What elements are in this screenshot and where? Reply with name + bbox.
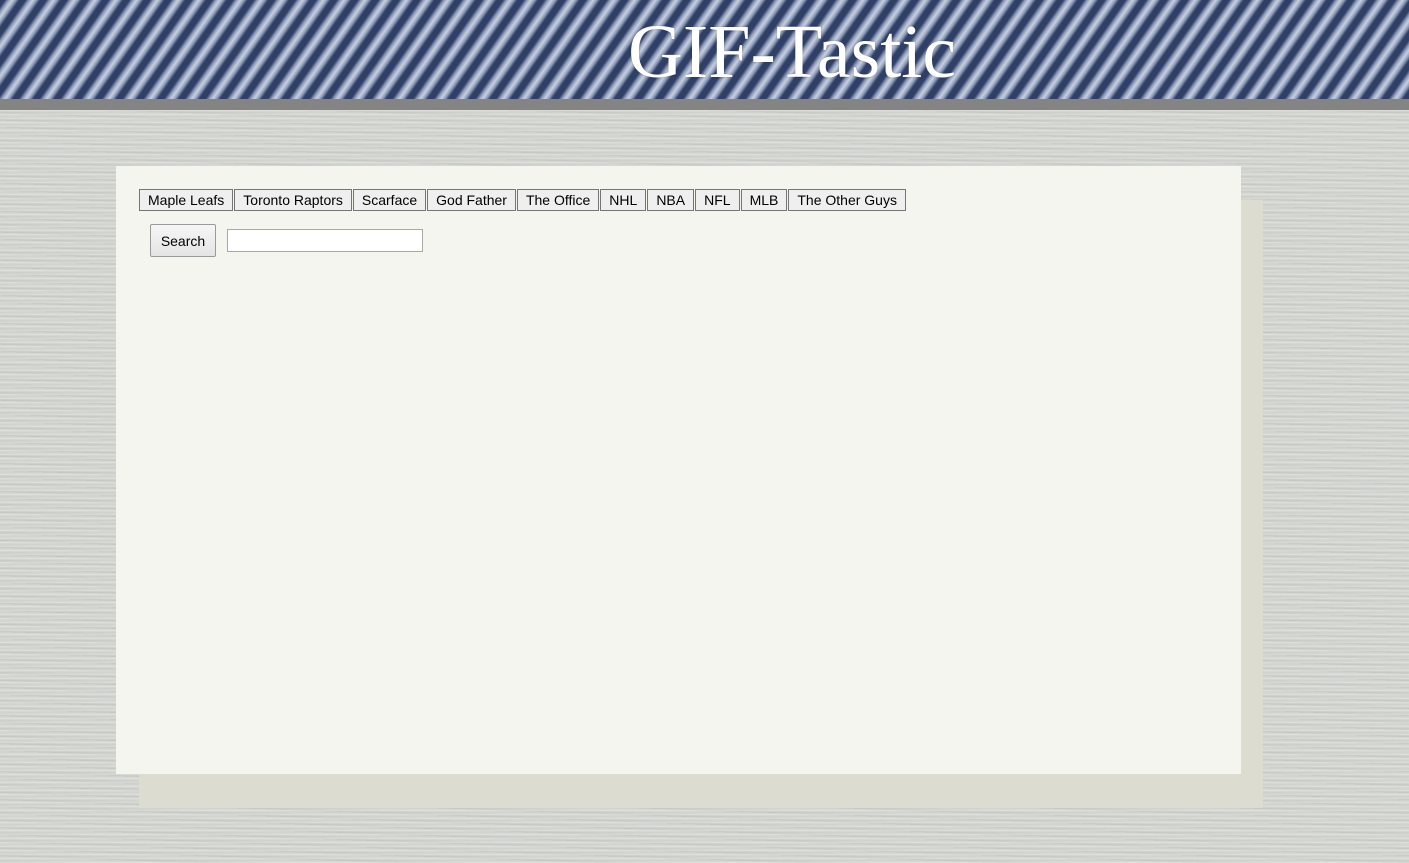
topic-button-toronto-raptors[interactable]: Toronto Raptors — [234, 189, 352, 211]
topic-button-god-father[interactable]: God Father — [427, 189, 516, 211]
topic-button-nhl[interactable]: NHL — [600, 189, 647, 211]
topic-button-scarface[interactable]: Scarface — [352, 189, 427, 211]
topic-button-bar: Maple Leafs Toronto Raptors Scarface God… — [139, 189, 907, 211]
topic-button-the-other-guys[interactable]: The Other Guys — [788, 189, 906, 211]
topic-button-nfl[interactable]: NFL — [695, 189, 740, 211]
header-divider — [0, 99, 1409, 110]
topic-button-mlb[interactable]: MLB — [740, 189, 788, 211]
gif-results-area — [139, 266, 1219, 756]
search-button[interactable]: Search — [150, 224, 216, 257]
topic-button-nba[interactable]: NBA — [647, 189, 695, 211]
main-panel: Maple Leafs Toronto Raptors Scarface God… — [116, 166, 1241, 774]
page-header: GIF-Tastic — [0, 0, 1409, 99]
search-input[interactable] — [227, 229, 423, 252]
topic-button-the-office[interactable]: The Office — [516, 189, 600, 211]
topic-button-maple-leafs[interactable]: Maple Leafs — [139, 189, 234, 211]
app-title: GIF-Tastic — [628, 10, 957, 94]
